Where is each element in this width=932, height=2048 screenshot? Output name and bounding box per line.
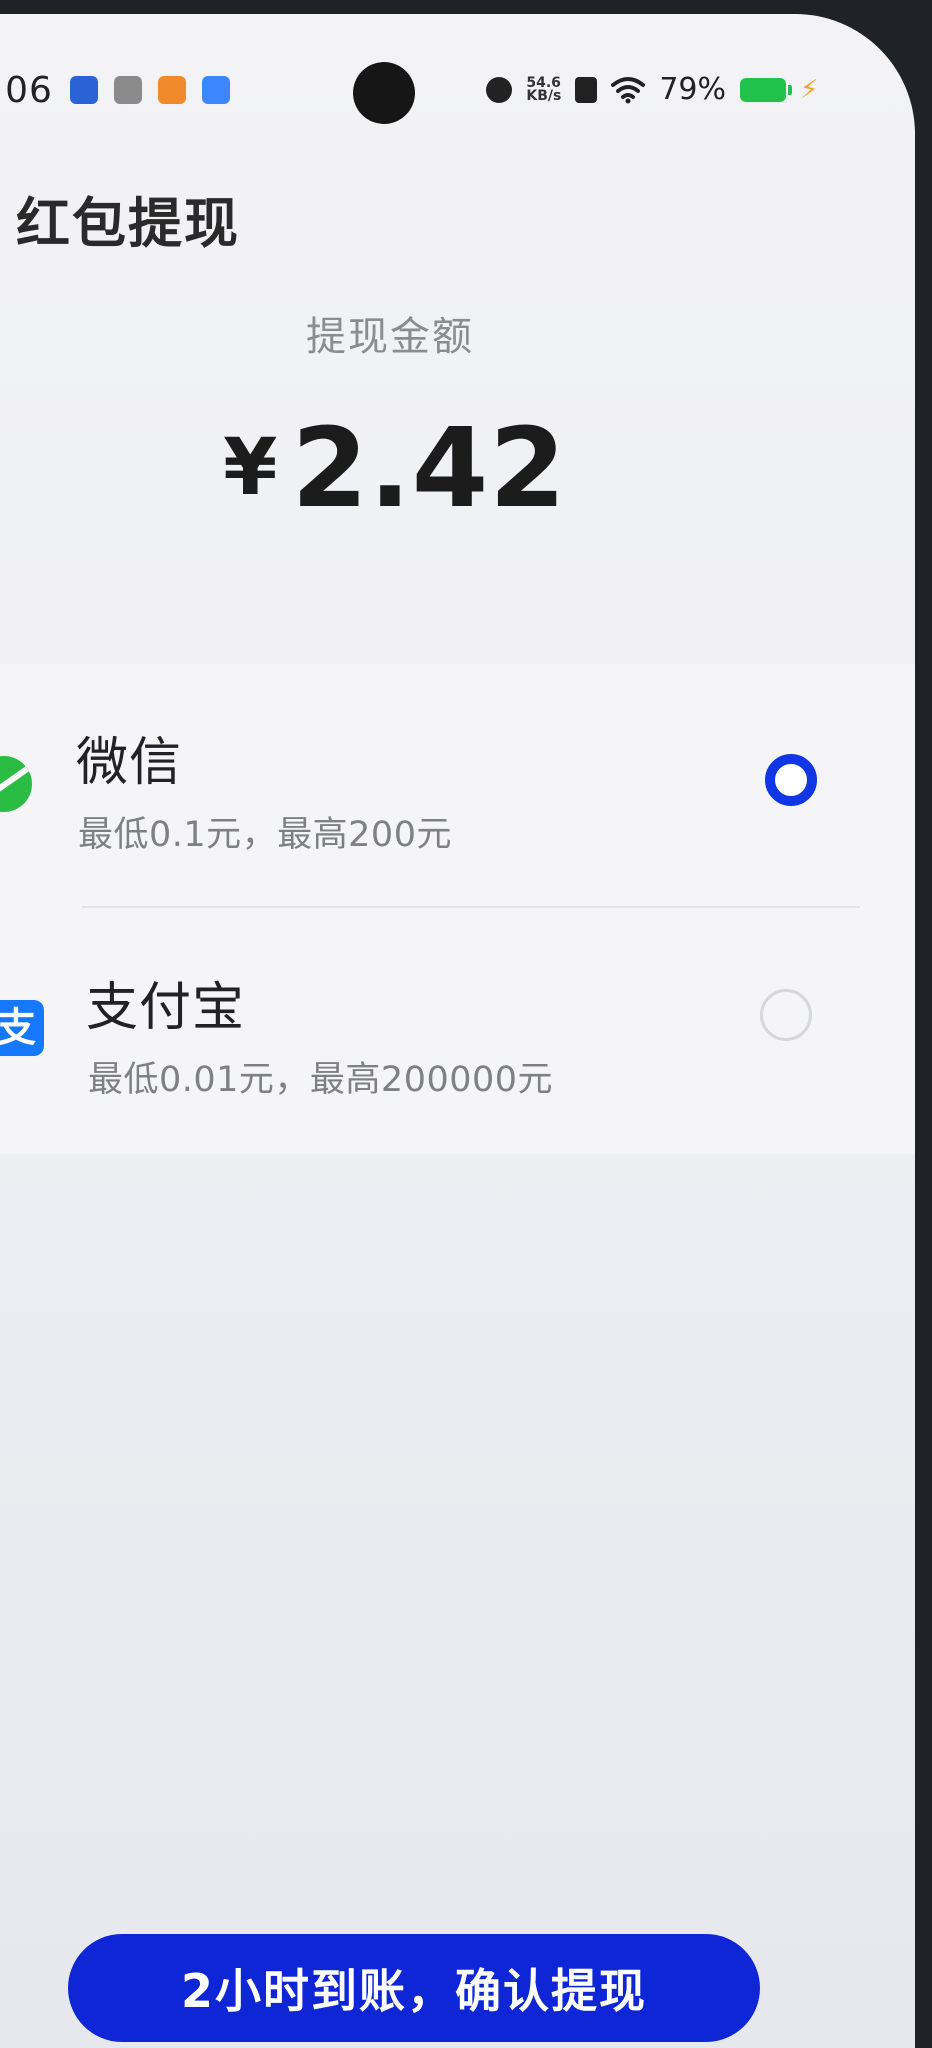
withdraw-amount: ¥2.42	[0, 404, 790, 532]
amount-number: 2.42	[291, 404, 567, 532]
currency-symbol: ¥	[223, 423, 278, 513]
divider	[82, 906, 860, 908]
status-bar: :06 54.6 KB/s 79% ⚡	[0, 54, 900, 134]
person-icon	[114, 76, 142, 104]
method-option-wechat[interactable]: 微信 最低0.1元，最高200元	[0, 664, 915, 904]
withdraw-amount-label: 提现金额	[306, 314, 474, 360]
method-limits: 最低0.1元，最高200元	[78, 815, 452, 855]
method-limits: 最低0.01元，最高200000元	[88, 1060, 554, 1100]
network-speed: 54.6 KB/s	[526, 76, 562, 104]
wifi-icon	[611, 76, 646, 103]
alipay-small-icon	[202, 76, 230, 104]
status-time: :06	[0, 70, 53, 111]
page-title: 红包提现	[16, 192, 240, 255]
radio-unselected-icon[interactable]	[760, 989, 812, 1041]
battery-percent: 79%	[659, 72, 726, 107]
alipay-icon: 支	[0, 1000, 44, 1056]
radio-selected-icon[interactable]	[765, 754, 817, 806]
battery-icon	[740, 77, 792, 102]
charging-icon: ⚡	[800, 74, 819, 105]
method-name: 支付宝	[86, 978, 246, 1038]
payment-methods: 微信 最低0.1元，最高200元 支 支付宝 最低0.01元，最高200000元	[0, 664, 915, 1154]
method-name: 微信	[76, 733, 183, 793]
wechat-icon	[0, 756, 32, 812]
app-badge-icon	[70, 76, 98, 104]
network-speed-unit: KB/s	[526, 87, 562, 104]
front-camera	[353, 62, 415, 124]
notification-icons	[70, 76, 230, 104]
status-right-icons: 54.6 KB/s 79% ⚡	[486, 72, 820, 107]
alarm-icon	[486, 76, 513, 103]
sim-icon	[575, 76, 598, 103]
method-option-alipay[interactable]: 支 支付宝 最低0.01元，最高200000元	[0, 909, 915, 1149]
orange-app-icon	[158, 76, 186, 104]
phone-screen: :06 54.6 KB/s 79% ⚡ 红包提现	[0, 14, 915, 2048]
confirm-withdraw-button[interactable]: 2小时到账，确认提现	[68, 1934, 760, 2042]
